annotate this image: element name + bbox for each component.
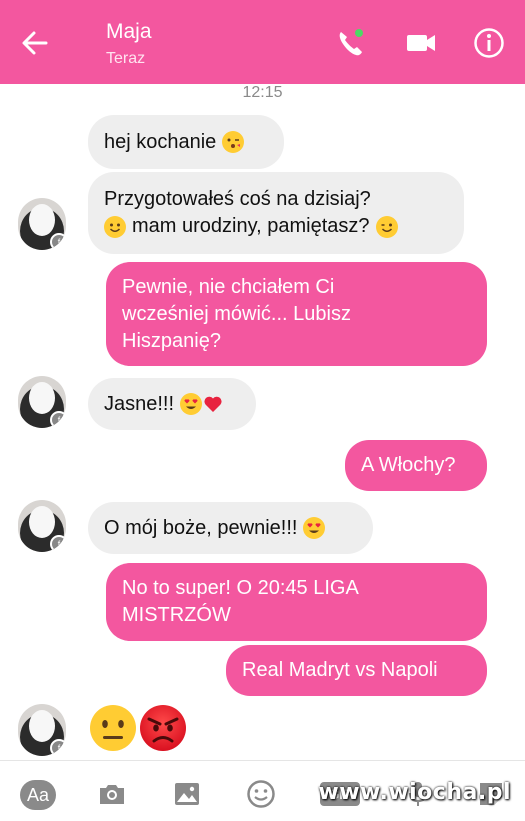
message-text: hej kochanie xyxy=(104,130,217,153)
message-bubble-incoming[interactable]: O mój boże, pewnie!!! xyxy=(88,502,373,554)
message-line: wcześniej mówić... Lubisz xyxy=(122,302,351,325)
message-line: MISTRZÓW xyxy=(122,604,231,626)
smile-emoji-icon xyxy=(375,215,398,238)
avatar-face xyxy=(29,506,55,538)
angry-face-emoji-icon[interactable] xyxy=(139,704,187,752)
message-bubble-outgoing[interactable]: Real Madryt vs Napoli xyxy=(226,645,487,696)
message-text: Jasne!!! xyxy=(104,392,175,415)
contact-avatar[interactable]: f xyxy=(18,198,66,250)
message-line: Przygotowałeś coś na dzisiaj? xyxy=(104,188,371,210)
text-format-icon[interactable]: Aa xyxy=(20,780,56,810)
message-bubble-incoming[interactable]: Przygotowałeś coś na dzisiaj? mam urodzi… xyxy=(88,172,464,254)
heart-eyes-emoji-icon xyxy=(180,393,203,415)
messenger-badge-icon: f xyxy=(50,739,66,756)
aa-label: Aa xyxy=(26,785,50,805)
camera-icon[interactable] xyxy=(97,779,127,809)
message-line: Pewnie, nie chciałem Ci xyxy=(122,275,335,298)
back-arrow-icon[interactable] xyxy=(18,26,52,60)
emoji-icon[interactable] xyxy=(246,779,276,809)
messenger-badge-icon: f xyxy=(50,233,66,250)
message-bubble-outgoing[interactable]: Pewnie, nie chciałem Ci wcześniej mówić.… xyxy=(106,262,487,366)
contact-avatar[interactable]: f xyxy=(18,376,66,428)
smile-emoji-icon xyxy=(104,215,126,238)
neutral-face-emoji-icon[interactable] xyxy=(89,704,137,752)
phone-call-icon[interactable] xyxy=(334,26,368,60)
message-line: Hiszpanię? xyxy=(122,329,221,352)
message-bubble-outgoing[interactable]: No to super! O 20:45 LIGA MISTRZÓW xyxy=(106,563,487,641)
message-list[interactable]: 12:15 hej kochanie f Przygotowałeś coś n… xyxy=(0,84,525,760)
red-heart-icon xyxy=(203,394,223,414)
message-line: mam urodziny, pamiętasz? xyxy=(132,215,370,237)
message-bubble-incoming[interactable]: hej kochanie xyxy=(88,115,284,169)
kissing-wink-emoji-icon xyxy=(222,131,245,153)
messenger-badge-icon: f xyxy=(50,411,66,428)
message-line-row: mam urodziny, pamiętasz? xyxy=(104,213,398,240)
image-icon[interactable] xyxy=(172,779,202,809)
contact-status: Teraz xyxy=(106,50,146,67)
heart-eyes-emoji-icon xyxy=(303,517,326,539)
watermark-text: www.wiocha.pl xyxy=(318,780,511,805)
video-call-icon[interactable] xyxy=(404,26,438,60)
message-line: No to super! O 20:45 LIGA xyxy=(122,577,359,599)
timestamp: 12:15 xyxy=(242,84,283,101)
avatar-face xyxy=(29,204,55,236)
message-text: Real Madryt vs Napoli xyxy=(242,659,438,681)
chat-header: Maja Teraz xyxy=(0,0,525,84)
message-text: A Włochy? xyxy=(361,454,456,476)
contact-name[interactable]: Maja xyxy=(106,20,152,44)
contact-avatar[interactable]: f xyxy=(18,500,66,552)
info-icon[interactable] xyxy=(472,26,506,60)
avatar-face xyxy=(29,710,55,742)
message-bubble-incoming[interactable]: Jasne!!! xyxy=(88,378,256,430)
messenger-badge-icon: f xyxy=(50,535,66,552)
message-text: O mój boże, pewnie!!! xyxy=(104,516,298,539)
contact-avatar[interactable]: f xyxy=(18,704,66,756)
avatar-face xyxy=(29,382,55,414)
message-bubble-outgoing[interactable]: A Włochy? xyxy=(345,440,487,491)
